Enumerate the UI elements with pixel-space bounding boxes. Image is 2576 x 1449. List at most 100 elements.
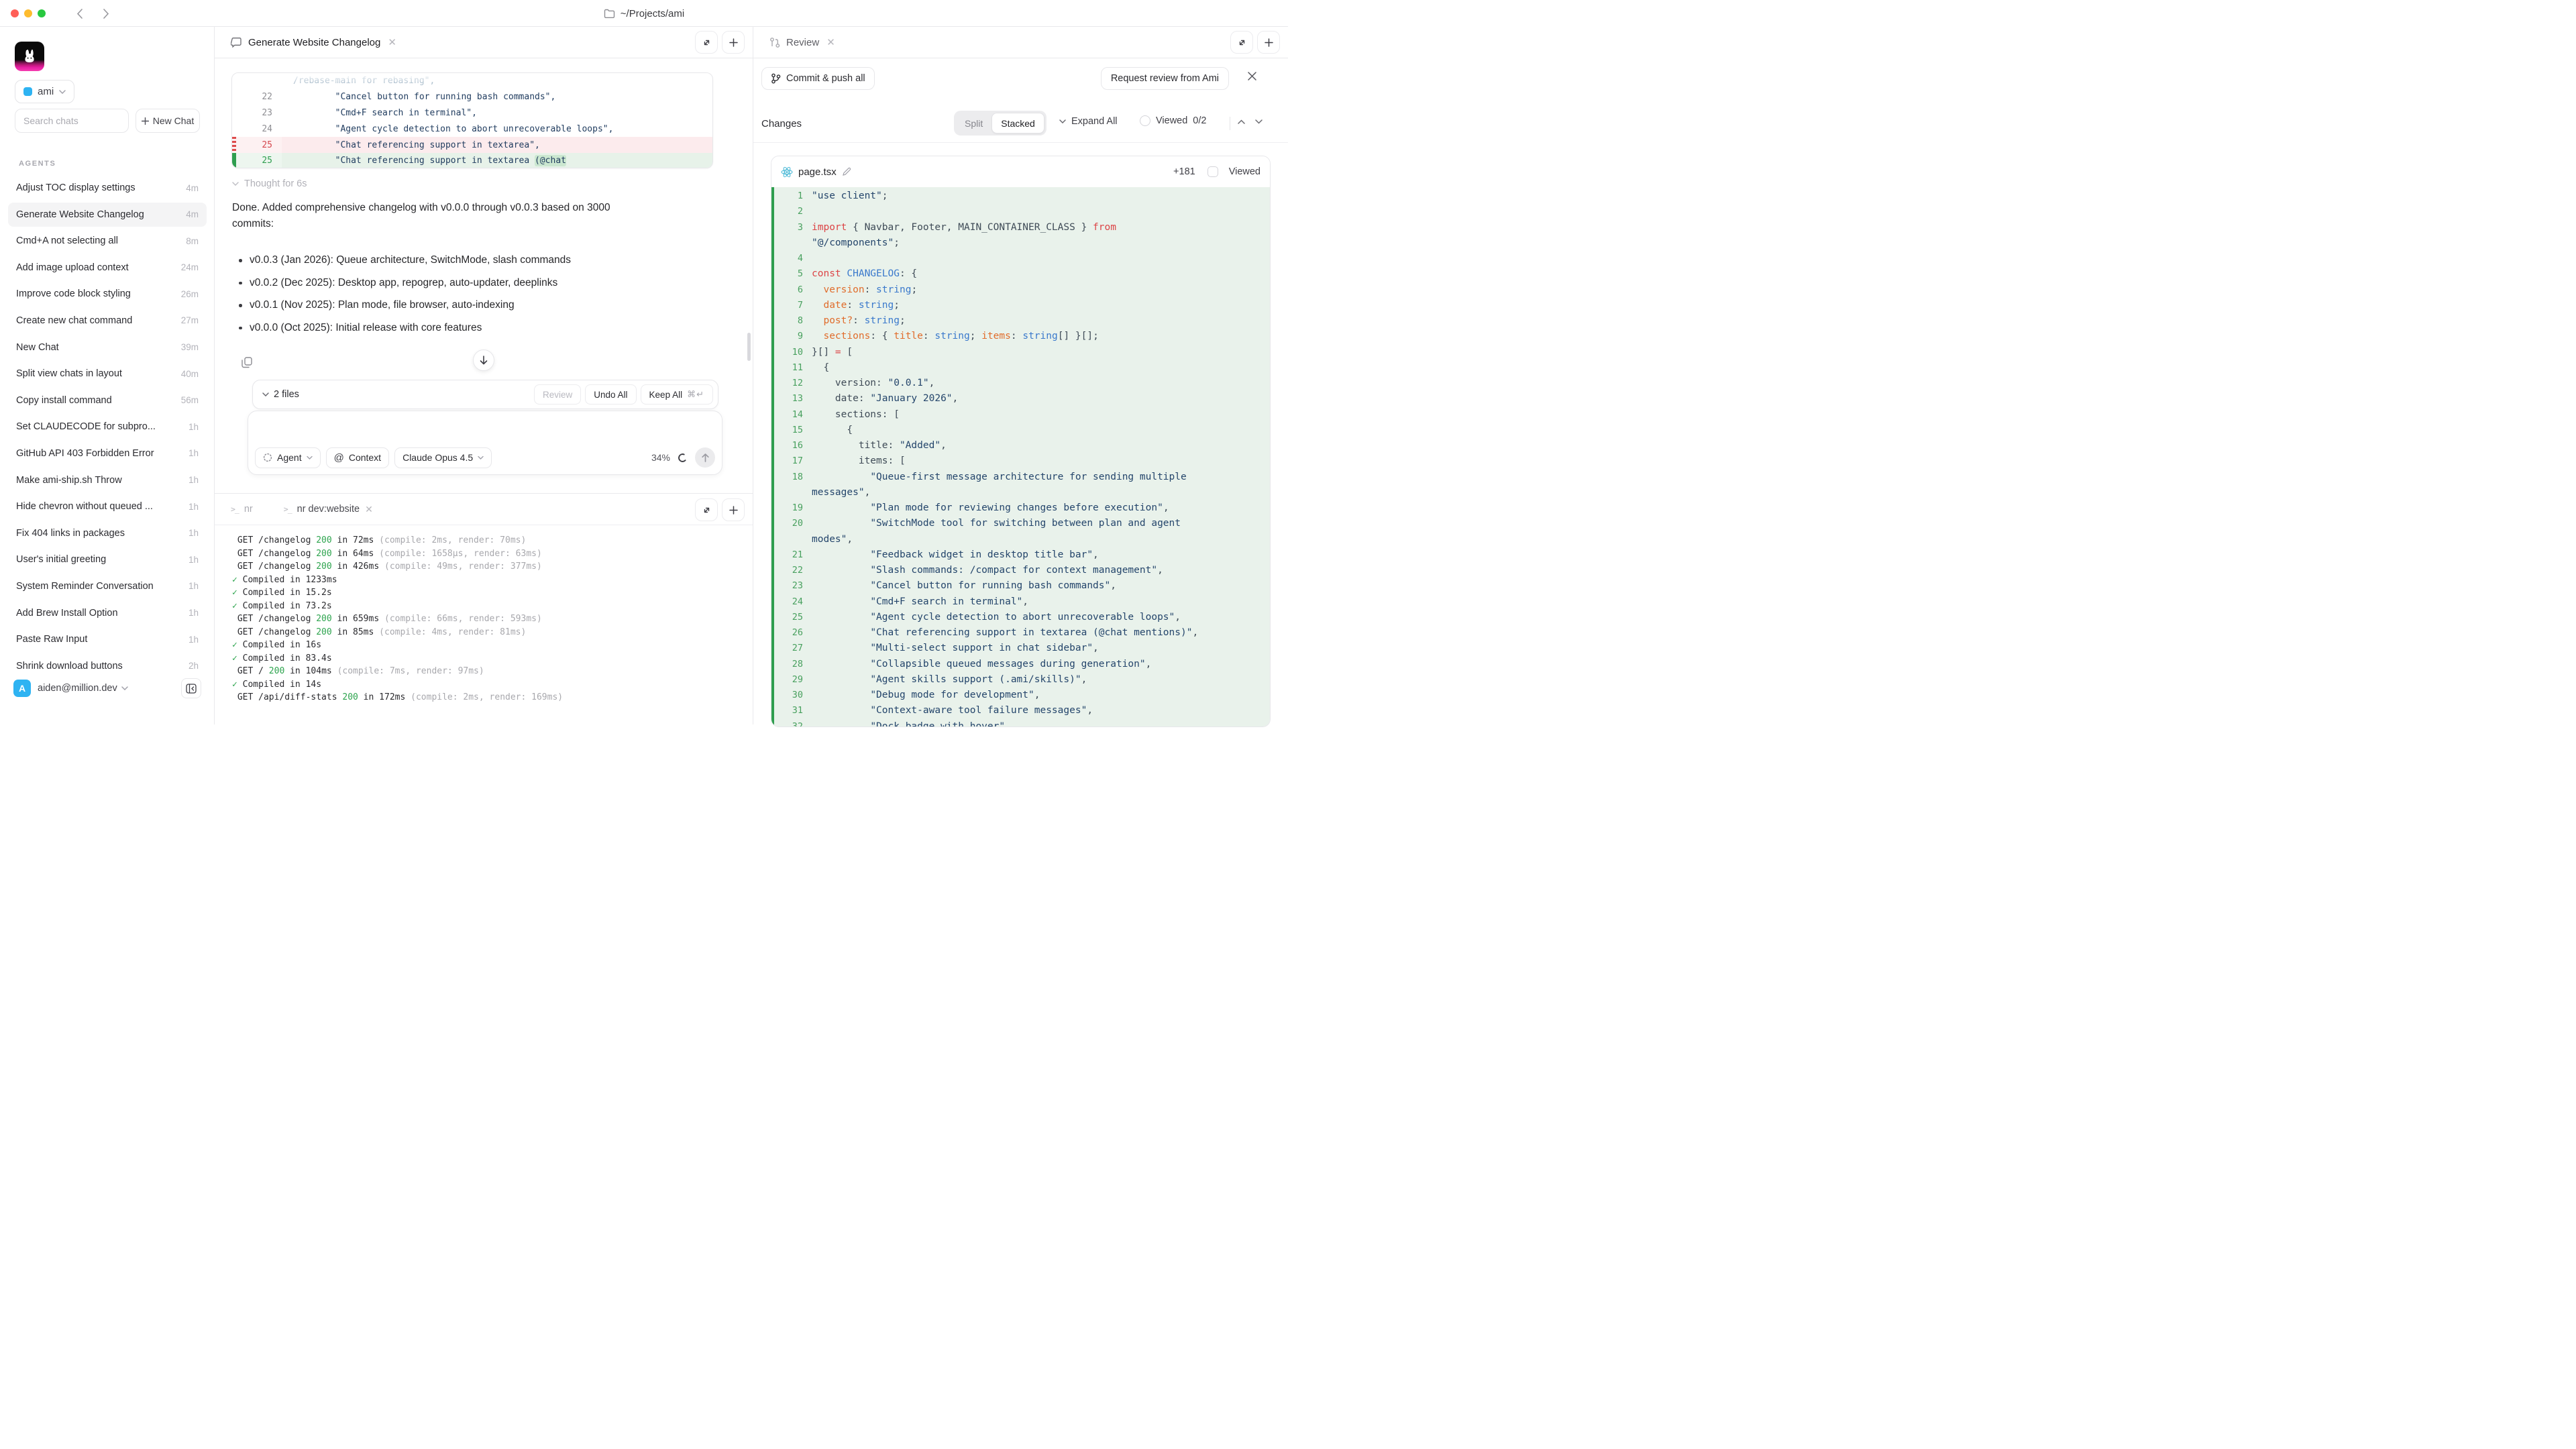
line-number: 11 bbox=[774, 360, 812, 376]
chat-time: 26m bbox=[181, 289, 199, 299]
close-review-icon[interactable] bbox=[1247, 71, 1257, 81]
code-line: 14 sections: [ bbox=[774, 407, 1270, 423]
line-number: 3 bbox=[774, 220, 812, 252]
previous-change-button[interactable] bbox=[1238, 119, 1245, 124]
terminal-line: ✓ Compiled in 83.4s bbox=[232, 652, 746, 665]
assistant-bullet-list: v0.0.3 (Jan 2026): Queue architecture, S… bbox=[235, 252, 678, 342]
file-diff-header[interactable]: page.tsx +181 Viewed bbox=[771, 156, 1270, 187]
terminal-line: GET /changelog 200 in 659ms (compile: 66… bbox=[232, 612, 746, 626]
sidebar-chat-item[interactable]: Generate Website Changelog4m bbox=[8, 203, 207, 227]
new-chat-button[interactable]: New Chat bbox=[136, 109, 200, 133]
sidebar-chat-item[interactable]: Paste Raw Input1h bbox=[8, 627, 207, 651]
line-number: 29 bbox=[774, 672, 812, 688]
sidebar-chat-item[interactable]: Cmd+A not selecting all8m bbox=[8, 229, 207, 253]
plus-icon bbox=[729, 506, 738, 515]
chat-scrollbar-thumb[interactable] bbox=[747, 333, 751, 361]
sidebar-chat-item[interactable]: Fix 404 links in packages1h bbox=[8, 521, 207, 545]
sidebar-chat-item[interactable]: GitHub API 403 Forbidden Error1h bbox=[8, 441, 207, 466]
send-button[interactable] bbox=[695, 447, 715, 468]
sidebar-chat-item[interactable]: Adjust TOC display settings4m bbox=[8, 176, 207, 200]
close-tab-icon[interactable]: ✕ bbox=[388, 36, 396, 48]
viewed-checkbox-label: Viewed bbox=[1229, 166, 1260, 177]
next-change-button[interactable] bbox=[1255, 119, 1263, 124]
context-button[interactable]: @ Context bbox=[326, 447, 389, 468]
undo-all-button[interactable]: Undo All bbox=[585, 384, 636, 405]
terminal-line: ✓ Compiled in 16s bbox=[232, 639, 746, 652]
sidebar-chat-item[interactable]: Create new chat command27m bbox=[8, 309, 207, 333]
tab-generate-website-changelog[interactable]: Generate Website Changelog ✕ bbox=[215, 36, 396, 48]
sidebar-chat-item[interactable]: Hide chevron without queued ...1h bbox=[8, 494, 207, 519]
diff-view-segmented-control[interactable]: Split Stacked bbox=[954, 111, 1046, 136]
search-input[interactable] bbox=[15, 109, 129, 133]
review-button[interactable]: Review bbox=[534, 384, 581, 405]
copy-message-button[interactable] bbox=[241, 357, 252, 368]
line-number: 26 bbox=[774, 625, 812, 641]
sidebar-chat-item[interactable]: New Chat39m bbox=[8, 335, 207, 360]
request-review-button[interactable]: Request review from Ami bbox=[1101, 67, 1229, 90]
viewed-circle-icon bbox=[1140, 115, 1150, 126]
chat-list: Adjust TOC display settings4m Generate We… bbox=[8, 176, 207, 680]
sidebar-chat-item[interactable]: Add image upload context24m bbox=[8, 256, 207, 280]
added-line-bar bbox=[232, 153, 236, 168]
expand-all-button[interactable]: Expand All bbox=[1059, 116, 1118, 127]
model-selector[interactable]: Claude Opus 4.5 bbox=[394, 447, 492, 468]
expand-panel-button[interactable] bbox=[695, 31, 718, 54]
workspace-switcher[interactable]: ami bbox=[15, 80, 74, 103]
edit-pencil-icon[interactable] bbox=[842, 167, 851, 176]
sidebar-chat-item[interactable]: System Reminder Conversation1h bbox=[8, 574, 207, 598]
expand-panel-button[interactable] bbox=[1230, 31, 1253, 54]
context-usage-percent: 34% bbox=[651, 452, 670, 463]
new-terminal-button[interactable] bbox=[722, 498, 745, 521]
split-option[interactable]: Split bbox=[956, 118, 991, 129]
sidebar-chat-item[interactable]: User's initial greeting1h bbox=[8, 547, 207, 572]
chat-time: 2h bbox=[189, 661, 199, 671]
stacked-option[interactable]: Stacked bbox=[991, 113, 1044, 133]
files-expander[interactable]: 2 files bbox=[262, 389, 299, 400]
account-row[interactable]: A aiden@million.dev bbox=[8, 675, 207, 702]
chat-title: GitHub API 403 Forbidden Error bbox=[16, 448, 183, 459]
tab-title: Generate Website Changelog bbox=[248, 37, 380, 48]
keep-all-button[interactable]: Keep All ⌘↵ bbox=[641, 384, 713, 405]
terminal-line: ✓ Compiled in 15.2s bbox=[232, 586, 746, 600]
expand-terminal-button[interactable] bbox=[695, 498, 718, 521]
terminal-line: ✓ Compiled in 1233ms bbox=[232, 574, 746, 587]
diff-row: 23 "Cmd+F search in terminal", bbox=[232, 105, 712, 121]
commit-push-all-button[interactable]: Commit & push all bbox=[761, 67, 875, 90]
new-tab-button[interactable] bbox=[722, 31, 745, 54]
sidebar-chat-item[interactable]: Improve code block styling26m bbox=[8, 282, 207, 306]
chat-time: 1h bbox=[189, 502, 199, 512]
chevron-down-icon bbox=[232, 182, 239, 186]
terminal-tab-nr-dev-website[interactable]: >_ nr dev:website ✕ bbox=[284, 504, 373, 515]
sidebar-chat-item[interactable]: Set CLAUDECODE for subpro...1h bbox=[8, 415, 207, 439]
code-line: 22 "Slash commands: /compact for context… bbox=[774, 563, 1270, 578]
chat-title: Paste Raw Input bbox=[16, 634, 183, 645]
sidebar-chat-item[interactable]: Add Brew Install Option1h bbox=[8, 601, 207, 625]
mode-selector[interactable]: Agent bbox=[255, 447, 321, 468]
chat-title: Add Brew Install Option bbox=[16, 608, 183, 619]
chat-time: 8m bbox=[186, 236, 199, 246]
review-panel: Review ✕ Commit & push all Request revie… bbox=[753, 27, 1288, 724]
line-number: 31 bbox=[774, 703, 812, 718]
terminal-tab-nr[interactable]: >_ nr bbox=[231, 504, 253, 515]
new-tab-button[interactable] bbox=[1257, 31, 1280, 54]
close-icon bbox=[1247, 71, 1257, 81]
line-number: 27 bbox=[774, 641, 812, 656]
expand-icon bbox=[702, 38, 711, 47]
close-tab-icon[interactable]: ✕ bbox=[365, 504, 373, 515]
viewed-checkbox[interactable] bbox=[1208, 166, 1218, 177]
chat-title: New Chat bbox=[16, 342, 176, 353]
close-tab-icon[interactable]: ✕ bbox=[826, 36, 835, 48]
thought-toggle[interactable]: Thought for 6s bbox=[232, 178, 307, 189]
sidebar-chat-item[interactable]: Copy install command56m bbox=[8, 388, 207, 413]
assistant-message: Done. Added comprehensive changelog with… bbox=[232, 200, 635, 232]
terminal-line: ✓ Compiled in 14s bbox=[232, 678, 746, 692]
composer[interactable]: Agent @ Context Claude Opus 4.5 34% bbox=[248, 411, 722, 475]
collapse-sidebar-button[interactable] bbox=[181, 678, 201, 698]
sidebar-chat-item[interactable]: Split view chats in layout40m bbox=[8, 362, 207, 386]
sidebar-chat-item[interactable]: Make ami-ship.sh Throw1h bbox=[8, 468, 207, 492]
scroll-to-bottom-button[interactable] bbox=[473, 350, 494, 371]
chevron-down-icon bbox=[59, 90, 66, 94]
tab-review[interactable]: Review ✕ bbox=[753, 36, 835, 48]
code-line: 31 "Context-aware tool failure messages"… bbox=[774, 703, 1270, 718]
git-branch-icon bbox=[771, 73, 781, 84]
